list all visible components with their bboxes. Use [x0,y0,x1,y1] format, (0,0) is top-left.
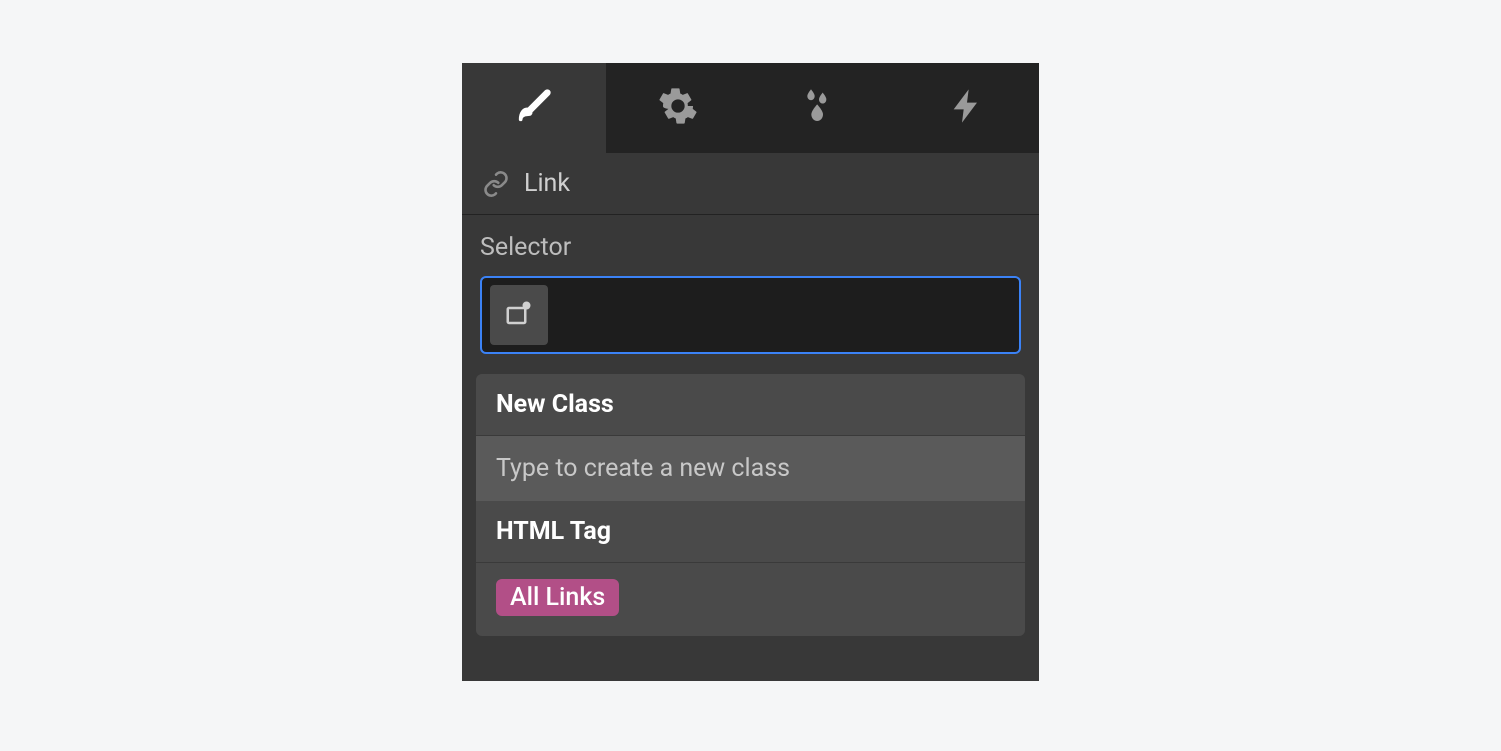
dropdown-new-class-header: New Class [476,374,1025,436]
tab-style[interactable] [462,63,606,153]
selector-section: Selector [462,215,1039,364]
all-links-badge: All Links [496,579,619,616]
dropdown-item-all-links[interactable]: All Links [476,563,1025,636]
dropdown-new-class-hint[interactable]: Type to create a new class [476,436,1025,501]
gear-icon [658,86,698,130]
dropdown-html-tag-header: HTML Tag [476,501,1025,563]
selector-icon-chip[interactable] [490,285,548,345]
droplets-icon [803,86,843,130]
panel-tabs [462,63,1039,153]
selector-label: Selector [480,233,1021,262]
link-icon [482,170,510,198]
element-type-row: Link [462,153,1039,215]
tab-effects[interactable] [895,63,1039,153]
element-type-label: Link [524,169,570,198]
selector-input[interactable] [480,276,1021,354]
lightning-icon [947,86,987,130]
brush-icon [514,86,554,130]
selector-dropdown: New Class Type to create a new class HTM… [476,374,1025,636]
tab-settings[interactable] [606,63,750,153]
style-panel: Link Selector New Class Type to create a… [462,63,1039,681]
element-icon [504,298,534,332]
tab-interactions[interactable] [751,63,895,153]
